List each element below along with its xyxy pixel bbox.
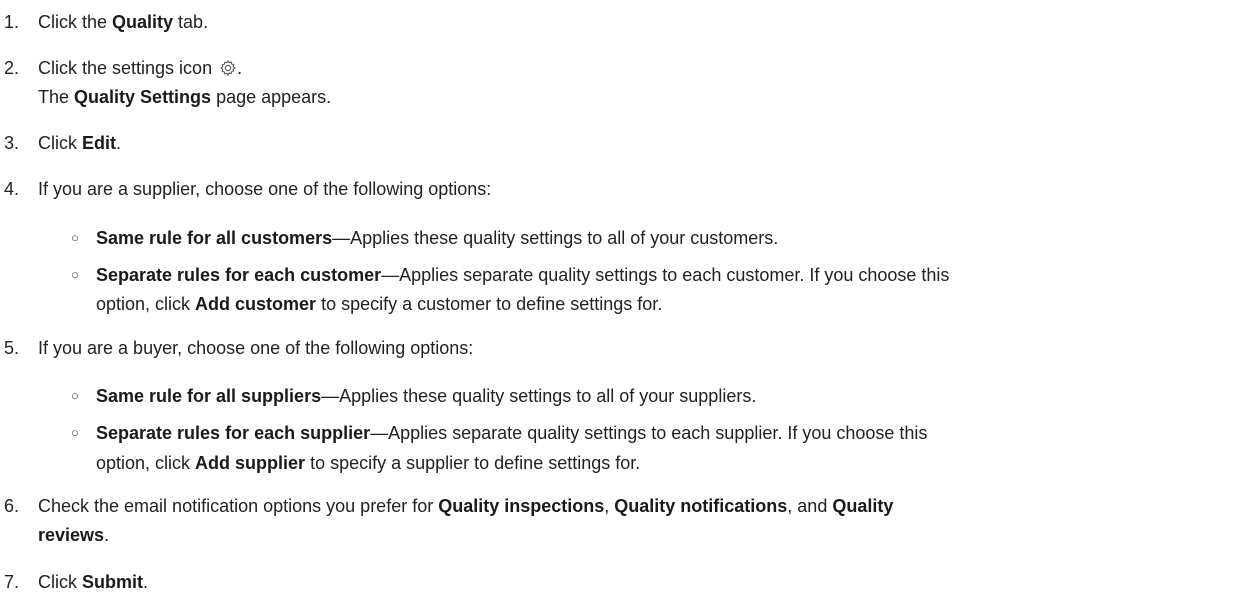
option-description: —Applies these quality settings to all o…	[332, 228, 779, 248]
text: .	[143, 572, 149, 592]
ui-term-add-customer: Add customer	[195, 294, 317, 314]
settings-gear-icon	[220, 59, 236, 77]
ui-term-quality-inspections: Quality inspections	[438, 496, 605, 516]
step-text: If you are a supplier, choose one of the…	[38, 179, 492, 199]
text: page appears.	[211, 87, 332, 107]
text: Click the	[38, 12, 113, 32]
ui-term-quality-tab: Quality	[112, 12, 174, 32]
text: ,	[604, 496, 615, 516]
text: to specify a supplier to define settings…	[305, 453, 641, 473]
step-number: 7.	[4, 572, 20, 592]
ui-term-quality-settings: Quality Settings	[74, 87, 212, 107]
text: Click the settings icon	[38, 58, 213, 78]
text: .	[104, 525, 110, 545]
option-text: Separate rules for each customer—Applies…	[96, 260, 949, 290]
option-title: Separate rules for each supplier	[96, 423, 371, 443]
text: The	[38, 87, 75, 107]
step-text: Click the Quality tab.	[38, 7, 208, 37]
step-text: If you are a buyer, choose one of the fo…	[38, 338, 474, 358]
text: option, click	[96, 294, 196, 314]
step-text: Click Edit.	[38, 128, 121, 158]
text: .	[116, 133, 122, 153]
step-number: 1.	[4, 12, 20, 32]
step-number: 5.	[4, 338, 20, 358]
step-text: Click the settings icon .	[38, 53, 242, 83]
text: Click	[38, 133, 82, 153]
option-description: —Applies these quality settings to all o…	[321, 386, 757, 406]
ui-term-quality-reviews: Quality	[832, 496, 894, 516]
text: to specify a customer to define settings…	[316, 294, 663, 314]
option-title: Separate rules for each customer	[96, 265, 382, 285]
option-description: —Applies separate quality settings to ea…	[370, 423, 928, 443]
bullet-circle-icon: ○	[71, 388, 79, 403]
option-text: Same rule for all customers—Applies thes…	[96, 223, 778, 253]
bullet-circle-icon: ○	[71, 425, 79, 440]
step-text: The Quality Settings page appears.	[38, 82, 331, 112]
option-title: Same rule for all suppliers	[96, 386, 322, 406]
text: Check the email notification options you…	[38, 496, 439, 516]
text: Click	[38, 572, 82, 592]
step-text: Click Submit.	[38, 567, 148, 597]
ui-term-submit: Submit	[82, 572, 143, 592]
bullet-circle-icon: ○	[71, 230, 79, 245]
bullet-circle-icon: ○	[71, 267, 79, 282]
step-number: 6.	[4, 496, 20, 516]
text: tab.	[173, 12, 209, 32]
option-text: option, click Add customer to specify a …	[96, 289, 662, 319]
step-number: 4.	[4, 179, 20, 199]
instructions-document: 1. Click the Quality tab. 2. Click the s…	[0, 0, 1259, 608]
text: option, click	[96, 453, 196, 473]
ui-term-quality-reviews-cont: reviews	[38, 525, 105, 545]
text: , and	[787, 496, 833, 516]
option-text: Separate rules for each supplier—Applies…	[96, 418, 927, 448]
option-title: Same rule for all customers	[96, 228, 333, 248]
ui-term-add-supplier: Add supplier	[195, 453, 306, 473]
option-text: Same rule for all suppliers—Applies thes…	[96, 381, 756, 411]
ui-term-quality-notifications: Quality notifications	[614, 496, 788, 516]
ui-term-edit: Edit	[82, 133, 116, 153]
text: .	[237, 58, 243, 78]
option-description: —Applies separate quality settings to ea…	[381, 265, 950, 285]
step-text: Check the email notification options you…	[38, 491, 893, 521]
step-number: 3.	[4, 133, 20, 153]
step-number: 2.	[4, 58, 20, 78]
step-text: reviews.	[38, 520, 109, 550]
option-text: option, click Add supplier to specify a …	[96, 448, 640, 478]
